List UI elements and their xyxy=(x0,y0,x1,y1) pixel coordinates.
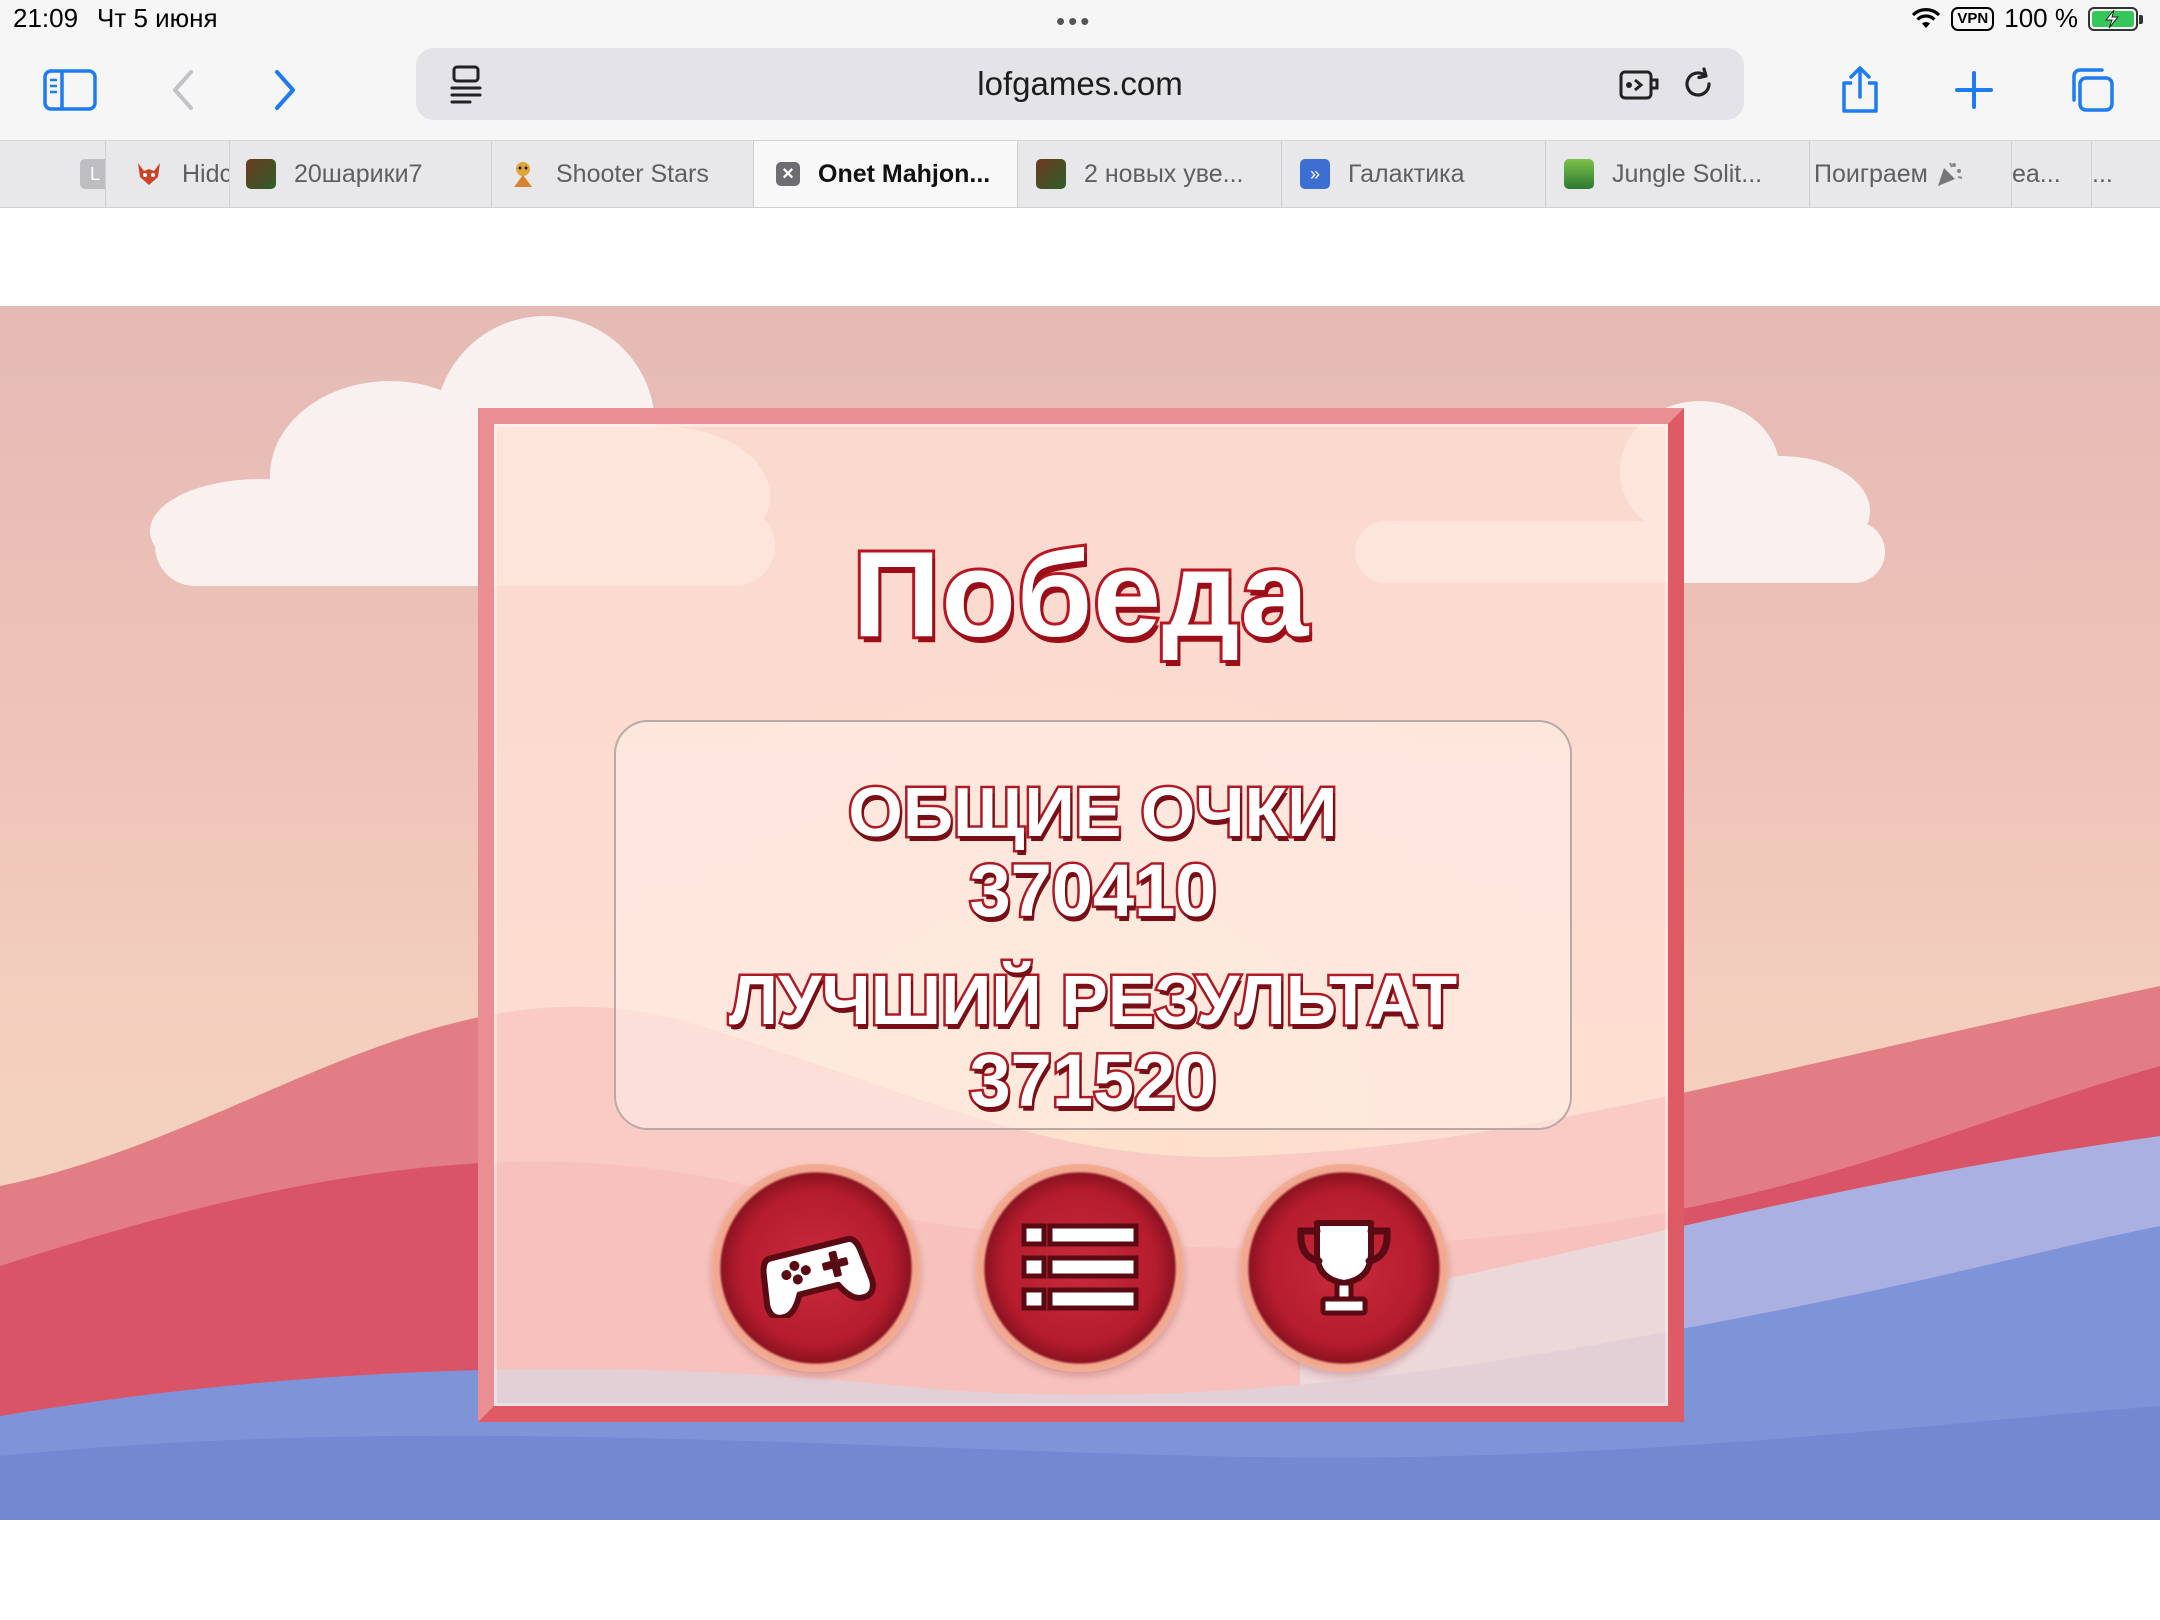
multitasking-dots[interactable]: ••• xyxy=(1056,6,1092,37)
best-score-value: 371520 xyxy=(967,1037,1219,1125)
reload-icon[interactable] xyxy=(1672,58,1724,110)
game-thumbnail-icon xyxy=(246,159,276,189)
trophy-icon xyxy=(1297,1220,1391,1316)
battery-percent: 100 % xyxy=(2004,3,2078,33)
plus-icon xyxy=(1955,71,1993,109)
close-icon[interactable]: × xyxy=(776,162,800,186)
new-tab-button[interactable] xyxy=(1940,56,2008,124)
best-score-label: ЛУЧШИЙ РЕЗУЛЬТАТ xyxy=(726,959,1459,1042)
gamepad-icon xyxy=(760,1236,876,1318)
jungle-icon xyxy=(1564,159,1594,189)
status-bar: 21:09 Чт 5 июня ••• VPN 100 % xyxy=(0,0,2160,44)
tab-label: Jungle Solit... xyxy=(1612,159,1763,188)
vpn-badge: VPN xyxy=(1951,6,1995,31)
tab-6[interactable]: 2 новых уве... xyxy=(1018,141,1282,207)
tab-label: 2 новых уве... xyxy=(1084,159,1244,188)
tab-bar: L Hidc 20шарики7 Shooter Stars × Onet Ma… xyxy=(0,140,2160,208)
share-icon xyxy=(1842,66,1878,113)
tab-label: Галактика xyxy=(1348,159,1465,188)
sidebar-icon xyxy=(43,69,97,111)
fox-icon xyxy=(134,159,164,189)
tab-label: Поиграем xyxy=(1814,159,1928,188)
tab-7[interactable]: » Галактика xyxy=(1282,141,1546,207)
battery-icon xyxy=(2088,6,2143,31)
chevron-right-icon xyxy=(275,70,295,110)
url-text[interactable]: lofgames.com xyxy=(416,65,1744,103)
leaderboard-button[interactable] xyxy=(1240,1164,1448,1372)
date: Чт 5 июня xyxy=(97,3,218,33)
clock: 21:09 xyxy=(13,3,79,33)
victory-title: Победа xyxy=(850,523,1312,665)
address-bar[interactable]: lofgames.com xyxy=(416,48,1744,120)
total-score-label: ОБЩИЕ ОЧКИ xyxy=(846,771,1340,854)
score-box: ОБЩИЕ ОЧКИ 370410 ЛУЧШИЙ РЕЗУЛЬТАТ 37152… xyxy=(614,720,1572,1130)
share-button[interactable] xyxy=(1826,56,1894,124)
tab-5-active[interactable]: × Onet Mahjon... xyxy=(754,141,1018,207)
tab-9[interactable]: Поиграем xyxy=(1810,141,2012,207)
letter-l-icon: L xyxy=(80,159,105,189)
tab-2[interactable]: Hidc xyxy=(106,141,230,207)
wifi-icon xyxy=(1912,7,1941,28)
tab-8[interactable]: Jungle Solit... xyxy=(1546,141,1810,207)
victory-panel: Победа ОБЩИЕ ОЧКИ 370410 ЛУЧШИЙ РЕЗУЛЬТА… xyxy=(478,408,1684,1422)
back-button[interactable] xyxy=(148,56,216,124)
party-popper-icon xyxy=(1934,159,1964,189)
forward-button[interactable] xyxy=(252,56,320,124)
game-thumbnail-icon xyxy=(1036,159,1066,189)
levels-list-button[interactable] xyxy=(976,1164,1184,1372)
total-score-value: 370410 xyxy=(967,847,1219,935)
tab-1[interactable]: L xyxy=(42,141,106,207)
character-icon xyxy=(508,159,538,189)
tab-label: Onet Mahjon... xyxy=(818,159,991,188)
list-icon xyxy=(1021,1223,1139,1311)
tabs-icon xyxy=(2072,68,2114,112)
tab-label: ... xyxy=(2092,159,2113,188)
browser-toolbar: lofgames.com xyxy=(0,44,2160,140)
play-again-button[interactable] xyxy=(712,1164,920,1372)
chevron-left-icon xyxy=(173,70,193,110)
tab-label: ea... xyxy=(2012,159,2061,188)
tab-10[interactable]: ea... xyxy=(2012,141,2092,207)
galaxy-icon: » xyxy=(1300,159,1330,189)
tab-label: Hidc xyxy=(182,159,230,188)
tab-3[interactable]: 20шарики7 xyxy=(230,141,492,207)
tab-overflow[interactable]: ... xyxy=(2092,141,2160,207)
sidebar-toggle-button[interactable] xyxy=(36,56,104,124)
game-canvas[interactable]: Победа ОБЩИЕ ОЧКИ 370410 ЛУЧШИЙ РЕЗУЛЬТА… xyxy=(0,306,2160,1520)
tab-label: Shooter Stars xyxy=(556,159,709,188)
tabs-overview-button[interactable] xyxy=(2058,56,2126,124)
tab-4[interactable]: Shooter Stars xyxy=(492,141,754,207)
extension-icon[interactable] xyxy=(1614,58,1666,110)
tab-label: 20шарики7 xyxy=(294,159,423,188)
